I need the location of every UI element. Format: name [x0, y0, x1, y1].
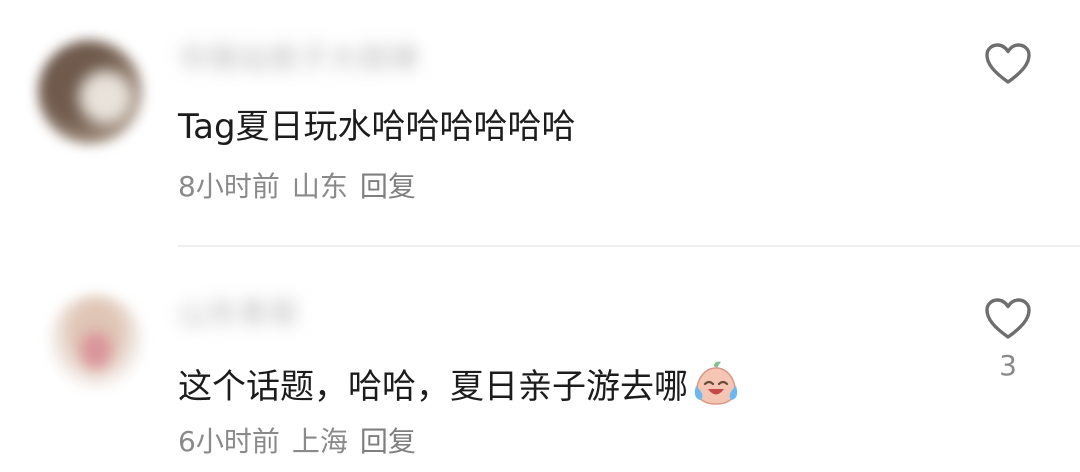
username[interactable]: 山东青哥	[178, 295, 298, 335]
username[interactable]: 华南站夜子大规律	[178, 40, 418, 80]
comment-text: Tag夏日玩水哈哈哈哈哈哈	[178, 107, 576, 147]
comment-text-content: 这个话题，哈哈，夏日亲子游去哪	[178, 367, 688, 407]
comment-location: 山东	[291, 170, 348, 203]
reply-button[interactable]: 回复	[360, 425, 416, 458]
comment-meta: 8小时前 山东 回复	[178, 168, 428, 206]
avatar[interactable]	[50, 295, 142, 387]
laughing-crying-face-icon	[694, 361, 738, 405]
comment-location: 上海	[291, 425, 348, 458]
reply-button[interactable]: 回复	[360, 170, 416, 203]
comment-item: 华南站夜子大规律 Tag夏日玩水哈哈哈哈哈哈 8小时前 山东 回复	[0, 0, 1080, 247]
like-button[interactable]	[983, 42, 1033, 94]
comment-time: 8小时前	[178, 170, 280, 203]
comment-text: 这个话题，哈哈，夏日亲子游去哪	[178, 360, 740, 410]
like-button[interactable]: 3	[983, 297, 1033, 383]
avatar[interactable]	[38, 40, 142, 144]
heart-icon	[985, 298, 1031, 339]
like-count: 3	[999, 349, 1017, 382]
comment-meta: 6小时前 上海 回复	[178, 423, 428, 461]
heart-icon	[985, 43, 1031, 84]
comment-item: 山东青哥 这个话题，哈哈，夏日亲子游去哪 6小时前 上海 回复 3	[0, 247, 1080, 472]
comment-time: 6小时前	[178, 425, 280, 458]
